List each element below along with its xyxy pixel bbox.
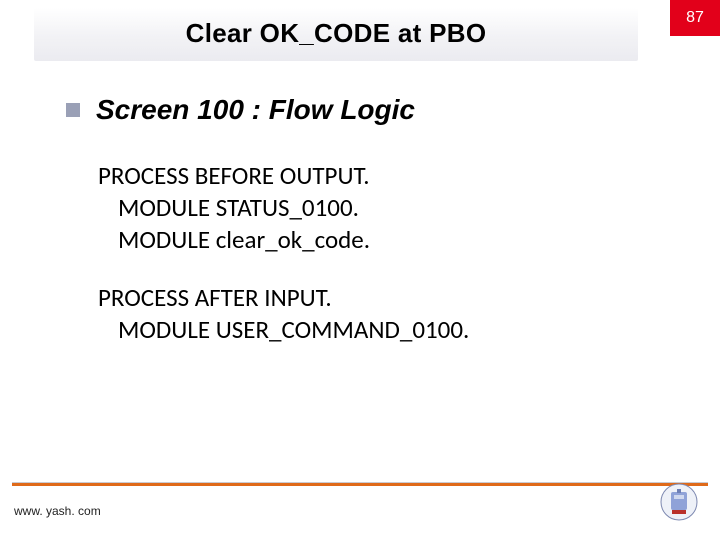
footer-url: www. yash. com — [14, 504, 101, 518]
code-line: MODULE STATUS_0100. — [98, 192, 469, 224]
title-box: Clear OK_CODE at PBO — [34, 8, 638, 61]
code-line: MODULE clear_ok_code. — [98, 224, 469, 256]
code-line: MODULE USER_COMMAND_0100. — [98, 314, 469, 346]
blank-line — [98, 256, 469, 282]
slide-title: Clear OK_CODE at PBO — [34, 18, 638, 49]
company-logo-icon — [660, 483, 698, 526]
flow-logic-code: PROCESS BEFORE OUTPUT. MODULE STATUS_010… — [98, 160, 469, 346]
subtitle-row: Screen 100 : Flow Logic — [66, 94, 415, 126]
page-number-badge: 87 — [670, 0, 720, 36]
slide: 87 Clear OK_CODE at PBO Screen 100 : Flo… — [0, 0, 720, 540]
bullet-square-icon — [66, 103, 80, 117]
footer-divider — [12, 483, 708, 486]
subtitle: Screen 100 : Flow Logic — [96, 94, 415, 126]
code-line: PROCESS AFTER INPUT. — [98, 282, 469, 314]
page-number: 87 — [686, 9, 704, 27]
code-line: PROCESS BEFORE OUTPUT. — [98, 160, 469, 192]
